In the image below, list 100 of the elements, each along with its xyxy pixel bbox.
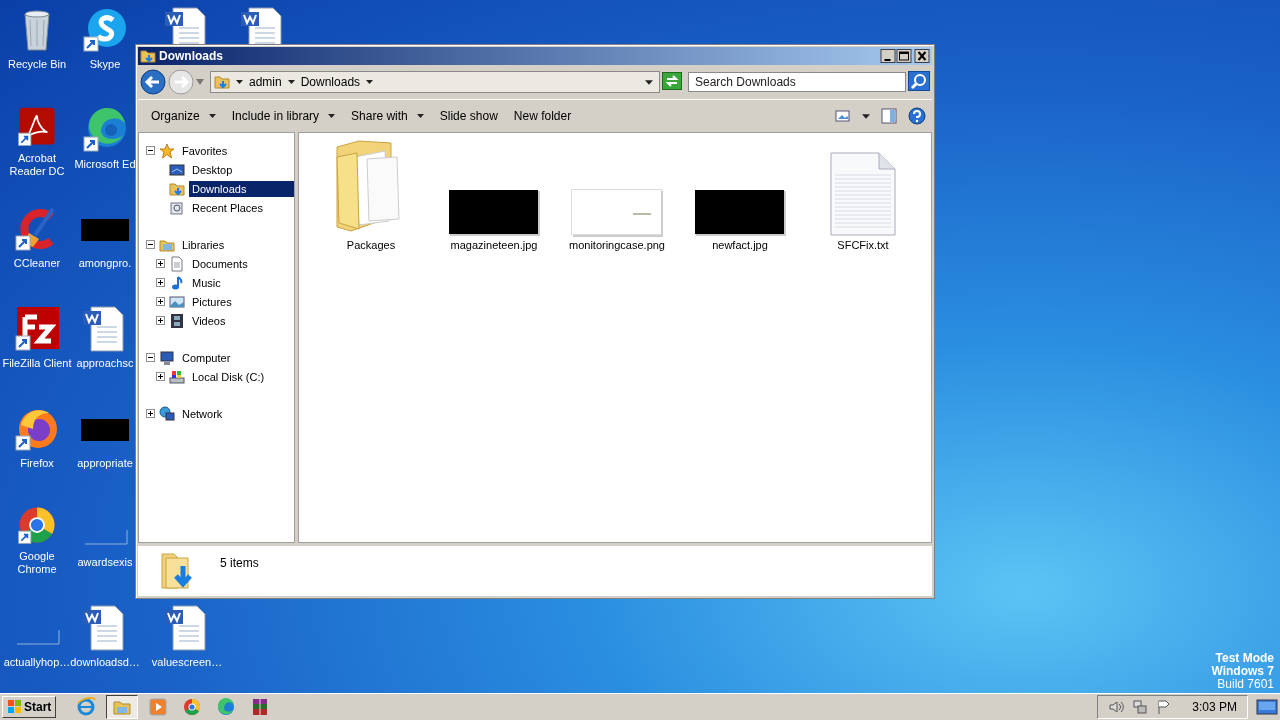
hard-drive-icon	[169, 368, 185, 385]
caret-icon[interactable]	[287, 80, 295, 84]
tree-item[interactable]: Computer	[179, 349, 294, 366]
help-icon[interactable]	[908, 107, 926, 125]
tree-item[interactable]: Favorites	[179, 142, 294, 159]
chat-logo-icon[interactable]	[81, 6, 129, 54]
tree-item[interactable]: Music	[189, 274, 294, 291]
tree-item[interactable]: Local Disk (C:)	[189, 368, 294, 385]
icon-label: actuallyhop…	[2, 655, 71, 669]
breadcrumb[interactable]: Downloads	[300, 75, 361, 89]
start-button[interactable]: Start	[2, 696, 57, 718]
address-bar[interactable]: admin Downloads	[210, 71, 660, 93]
taskbar-button[interactable]	[106, 695, 139, 719]
expand-icon[interactable]	[156, 297, 165, 306]
icon-label: downloadsd…	[70, 655, 140, 669]
back-button[interactable]	[140, 69, 166, 95]
toolbar-button[interactable]: Share with	[344, 106, 431, 126]
minimize-button[interactable]	[880, 49, 896, 63]
file-name[interactable]: newfact.jpg	[712, 239, 768, 251]
expand-icon[interactable]	[146, 409, 155, 418]
clock[interactable]: 3:03 PM	[1192, 700, 1237, 714]
show-desktop-icon[interactable]	[1256, 698, 1278, 716]
tree-item[interactable]: Pictures	[189, 293, 294, 310]
search-field[interactable]: Search Downloads	[688, 72, 906, 92]
network-icon	[159, 405, 175, 422]
search-button[interactable]	[908, 70, 930, 91]
icon-label: Acrobat Reader DC	[8, 151, 66, 178]
refresh-button[interactable]	[662, 71, 682, 90]
toolbar-button[interactable]: New folder	[506, 106, 579, 126]
view-icon[interactable]	[835, 109, 851, 123]
picture-icon	[169, 293, 185, 310]
icon-label: Firefox	[19, 456, 55, 470]
preview-pane-icon[interactable]	[881, 108, 897, 124]
icon-label: Skype	[89, 58, 121, 71]
collapse-icon[interactable]	[146, 146, 155, 155]
play-icon	[148, 697, 169, 717]
tree-item[interactable]: Downloads	[189, 180, 294, 197]
speaker-icon[interactable]	[1108, 699, 1125, 715]
ring-logo-icon	[182, 697, 203, 717]
expand-icon[interactable]	[156, 372, 165, 381]
notice-text: Windows 7	[1211, 665, 1274, 678]
monitor-icon	[169, 161, 185, 178]
folder-icon	[169, 180, 185, 197]
icon-label: valuescreen…	[151, 656, 223, 669]
image-thumbnail[interactable]	[694, 189, 786, 237]
caret-icon	[328, 114, 336, 118]
icon-label: FileZilla Client	[2, 356, 72, 370]
toolbar-button[interactable]: Include in library	[224, 106, 343, 126]
collapse-icon[interactable]	[146, 240, 155, 249]
icon-label: appropriate	[77, 456, 133, 470]
globe-logo-icon	[76, 697, 97, 717]
file-name[interactable]: Packages	[346, 239, 396, 251]
computer-icon	[159, 349, 175, 366]
file-name[interactable]: SFCFix.txt	[837, 239, 889, 251]
icon-label: approachsc	[76, 356, 134, 370]
icon-label: CCleaner	[12, 257, 62, 271]
file-name[interactable]: monitoringcase.png	[569, 239, 665, 251]
caret-icon	[208, 114, 216, 118]
icon-label: Recycle Bin	[6, 58, 68, 71]
image-thumbnail[interactable]	[571, 189, 663, 237]
expand-icon[interactable]	[156, 259, 165, 268]
file-name[interactable]: magazineteen.jpg	[450, 239, 538, 251]
tree-item[interactable]: Libraries	[179, 236, 294, 253]
document-icon	[169, 255, 185, 272]
icon-label: Microsoft Ed	[74, 157, 136, 171]
expand-icon[interactable]	[156, 316, 165, 325]
toolbar-button[interactable]: Organize	[144, 106, 223, 126]
icon-label: amongpro.	[78, 257, 132, 271]
maximize-button[interactable]	[896, 49, 912, 63]
music-note-icon	[169, 274, 185, 291]
tree-item[interactable]: Recent Places	[189, 199, 294, 216]
tree-item[interactable]: Documents	[189, 255, 294, 272]
folder-icon	[140, 48, 156, 64]
app-logo-icon[interactable]	[13, 304, 61, 353]
tree-item[interactable]: Network	[179, 405, 294, 422]
wave-logo-icon	[216, 697, 237, 717]
image-thumbnail[interactable]	[448, 189, 540, 237]
toolbar-button[interactable]: Slide show	[432, 106, 505, 126]
breadcrumb[interactable]: admin	[249, 75, 282, 89]
tree-item[interactable]: Desktop	[189, 161, 294, 178]
icon-label: awardsexis	[77, 556, 133, 570]
item-count: 5 items	[220, 556, 259, 570]
star-icon	[159, 142, 175, 159]
collapse-icon[interactable]	[146, 353, 155, 362]
notice-text: Build 7601	[1217, 678, 1274, 691]
icon-label: Google Chrome	[16, 550, 58, 577]
film-icon	[169, 312, 185, 329]
windows-flag-icon	[7, 699, 23, 715]
caret-icon[interactable]	[366, 80, 374, 84]
notice-text: Test Mode	[1215, 652, 1274, 665]
tree-item[interactable]: Videos	[189, 312, 294, 329]
expand-icon[interactable]	[156, 278, 165, 287]
caret-icon[interactable]	[236, 80, 243, 84]
folder-icon	[214, 74, 230, 90]
window-title: Downloads	[159, 49, 224, 63]
wave-logo-icon[interactable]	[81, 105, 129, 154]
network-icon[interactable]	[1132, 699, 1149, 715]
close-button[interactable]	[914, 49, 930, 63]
caret-icon[interactable]	[862, 113, 870, 119]
caret-icon[interactable]	[645, 79, 653, 85]
